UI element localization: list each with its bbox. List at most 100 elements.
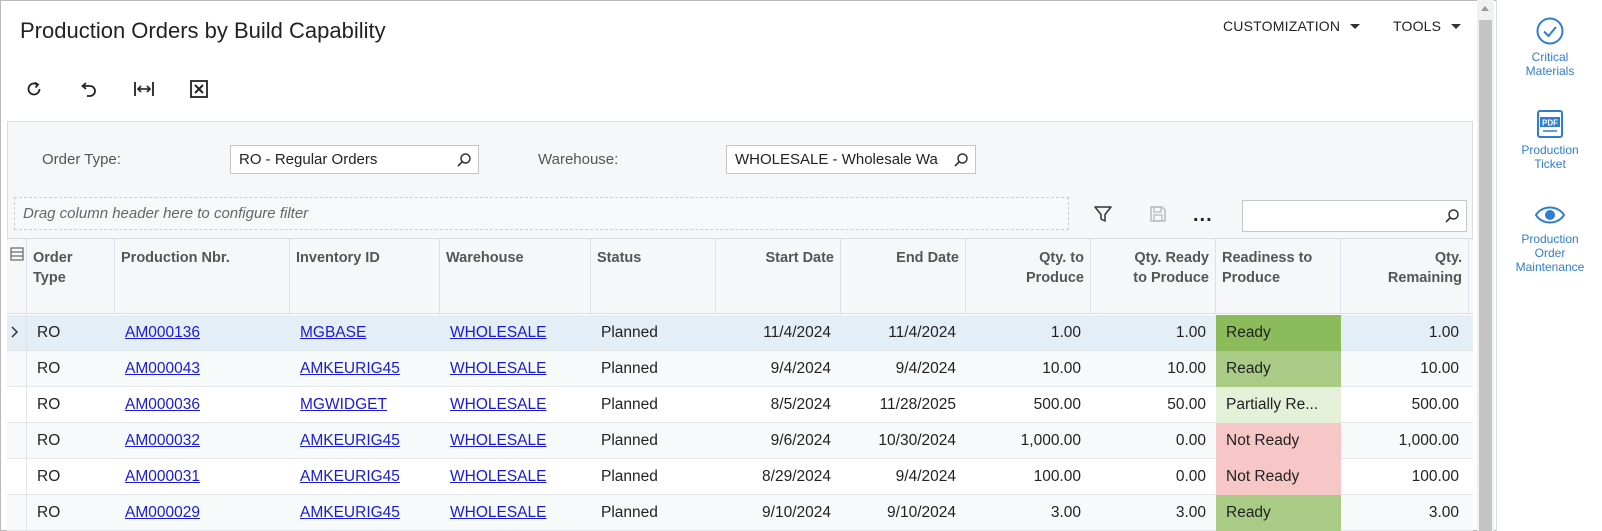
refresh-button[interactable] (21, 76, 47, 102)
table-row[interactable]: RO AM000031 AMKEURIG45 WHOLESALE Planned 8/29… (7, 459, 1473, 495)
side-link-label: Materials (1525, 64, 1575, 78)
row-indicator[interactable] (7, 387, 27, 423)
chevron-down-icon (1451, 23, 1462, 29)
column-header-qty-to-produce[interactable]: Qty. to Produce (966, 239, 1091, 314)
row-indicator[interactable] (7, 423, 27, 459)
chevron-down-icon (1350, 23, 1361, 29)
cell-inventory-id[interactable]: AMKEURIG45 (290, 459, 440, 495)
column-header-status[interactable]: Status (591, 239, 716, 314)
column-header-start-date[interactable]: Start Date (716, 239, 841, 314)
order-type-selector[interactable]: RO - Regular Orders (230, 145, 479, 174)
cell-order-type: RO (37, 324, 61, 341)
chevron-right-icon (11, 326, 19, 338)
cell-qty-remaining: 1,000.00 (1398, 432, 1459, 449)
cell-qty-to-produce: 10.00 (1042, 360, 1081, 377)
table-row[interactable]: RO AM000036 MGWIDGET WHOLESALE Planned 8/5/20… (7, 387, 1473, 423)
cell-production-nbr[interactable]: AM000036 (115, 387, 290, 423)
cell-production-nbr[interactable]: AM000029 (115, 495, 290, 531)
header-line: Qty. to (1039, 250, 1084, 266)
side-link-label: Critical (1531, 50, 1569, 64)
funnel-icon (1094, 206, 1112, 222)
cell-qty-to-produce: 500.00 (1033, 396, 1081, 413)
warehouse-selector[interactable]: WHOLESALE - Wholesale Wa (726, 145, 976, 174)
column-header-inventory-id[interactable]: Inventory ID (290, 239, 440, 314)
row-indicator[interactable] (7, 459, 27, 495)
cell-warehouse[interactable]: WHOLESALE (440, 315, 591, 351)
check-circle-icon (1536, 17, 1564, 45)
scroll-thumb[interactable] (1479, 20, 1492, 531)
critical-materials-link[interactable]: Critical Materials (1497, 16, 1602, 78)
cell-warehouse[interactable]: WHOLESALE (440, 495, 591, 531)
column-header-qty-ready[interactable]: Qty. Ready to Produce (1091, 239, 1216, 314)
search-icon[interactable] (1444, 208, 1460, 224)
cell-warehouse[interactable]: WHOLESALE (440, 423, 591, 459)
side-link-label: Order (1534, 246, 1566, 260)
cell-end-date: 9/10/2024 (887, 504, 956, 521)
header-line: Qty. Ready (1134, 250, 1209, 266)
eye-icon (1534, 206, 1566, 224)
cell-warehouse[interactable]: WHOLESALE (440, 459, 591, 495)
production-order-maintenance-link[interactable]: Production Order Maintenance (1497, 202, 1602, 274)
cell-order-type: RO (37, 432, 61, 449)
side-link-label: Ticket (1534, 157, 1566, 171)
column-header-readiness[interactable]: Readiness to Produce (1216, 239, 1341, 314)
table-row[interactable]: RO AM000136 MGBASE WHOLESALE Planned 11/4/202… (7, 315, 1473, 351)
row-selector-header[interactable] (7, 239, 27, 314)
vertical-scrollbar[interactable] (1477, 0, 1494, 531)
cell-inventory-id[interactable]: AMKEURIG45 (290, 351, 440, 387)
cell-order-type: RO (37, 360, 61, 377)
cell-start-date: 11/4/2024 (763, 324, 831, 341)
cell-qty-ready: 10.00 (1167, 360, 1206, 377)
pdf-icon: PDF (1537, 110, 1563, 138)
order-type-label: Order Type: (42, 151, 121, 168)
filter-drop-zone[interactable]: Drag column header here to configure fil… (14, 197, 1069, 230)
table-row[interactable]: RO AM000043 AMKEURIG45 WHOLESALE Planned 9/4/… (7, 351, 1473, 387)
undo-button[interactable] (75, 76, 101, 102)
cell-warehouse[interactable]: WHOLESALE (440, 351, 591, 387)
undo-icon (81, 82, 96, 97)
fit-columns-button[interactable] (131, 76, 157, 102)
row-indicator[interactable] (7, 495, 27, 531)
filter-button[interactable] (1092, 203, 1114, 225)
cell-production-nbr[interactable]: AM000043 (115, 351, 290, 387)
column-header-production-nbr[interactable]: Production Nbr. (115, 239, 290, 314)
row-indicator[interactable] (7, 351, 27, 387)
column-header-order-type[interactable]: Order Type (27, 239, 115, 314)
cell-readiness: Ready (1216, 351, 1341, 387)
cell-qty-to-produce: 1,000.00 (1020, 432, 1081, 449)
cell-production-nbr[interactable]: AM000031 (115, 459, 290, 495)
customization-menu[interactable]: CUSTOMIZATION (1223, 18, 1361, 34)
column-header-qty-remaining[interactable]: Qty. Remaining (1341, 239, 1469, 314)
scroll-up-arrow-icon[interactable] (1481, 6, 1489, 11)
column-header-end-date[interactable]: End Date (841, 239, 966, 314)
column-header-warehouse[interactable]: Warehouse (440, 239, 591, 314)
cell-inventory-id[interactable]: AMKEURIG45 (290, 423, 440, 459)
cell-qty-remaining: 100.00 (1411, 468, 1459, 485)
row-indicator[interactable] (7, 315, 27, 351)
cell-warehouse[interactable]: WHOLESALE (440, 387, 591, 423)
cell-inventory-id[interactable]: MGWIDGET (290, 387, 440, 423)
search-icon[interactable] (953, 152, 969, 168)
cell-qty-ready: 1.00 (1175, 324, 1206, 341)
cell-end-date: 9/4/2024 (895, 468, 956, 485)
cell-inventory-id[interactable]: AMKEURIG45 (290, 495, 440, 531)
grid-search-input[interactable] (1242, 200, 1467, 232)
warehouse-label: Warehouse: (538, 151, 619, 168)
cell-qty-to-produce: 3.00 (1050, 504, 1081, 521)
tools-menu[interactable]: TOOLS (1393, 18, 1462, 34)
cell-production-nbr[interactable]: AM000032 (115, 423, 290, 459)
save-button[interactable] (1147, 203, 1169, 225)
cell-status: Planned (601, 360, 658, 377)
production-ticket-link[interactable]: PDF Production Ticket (1497, 109, 1602, 171)
table-row[interactable]: RO AM000029 AMKEURIG45 WHOLESALE Planned 9/10… (7, 495, 1473, 531)
cell-end-date: 9/4/2024 (895, 360, 956, 377)
cell-start-date: 9/10/2024 (762, 504, 831, 521)
more-actions-button[interactable]: ... (1193, 204, 1213, 227)
cell-status: Planned (601, 324, 658, 341)
table-row[interactable]: RO AM000032 AMKEURIG45 WHOLESALE Planned 9/6/… (7, 423, 1473, 459)
cell-inventory-id[interactable]: MGBASE (290, 315, 440, 351)
export-excel-button[interactable] (186, 76, 212, 102)
cell-qty-to-produce: 1.00 (1050, 324, 1081, 341)
cell-production-nbr[interactable]: AM000136 (115, 315, 290, 351)
search-icon[interactable] (456, 152, 472, 168)
